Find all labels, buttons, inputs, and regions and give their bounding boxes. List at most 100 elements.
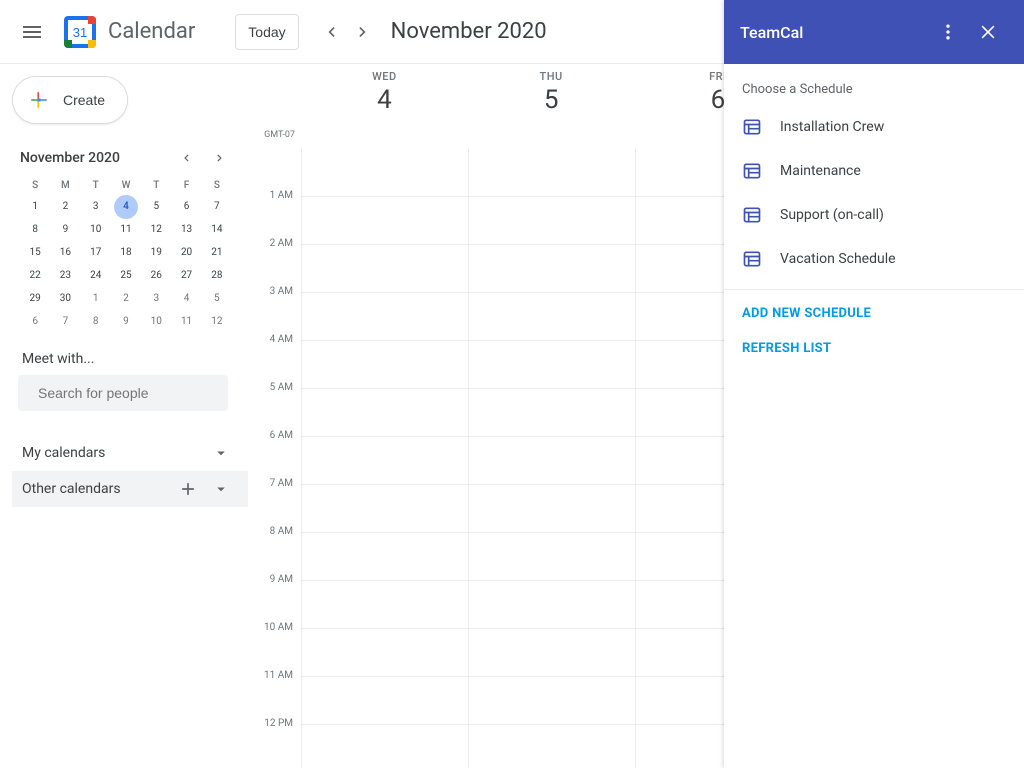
mini-cal-day[interactable]: 22 — [20, 264, 50, 287]
mini-cal-next[interactable] — [208, 146, 232, 170]
hour-cell[interactable] — [468, 724, 635, 768]
next-period-button[interactable] — [347, 16, 379, 48]
hour-cell[interactable] — [468, 676, 635, 724]
chevron-down-icon — [212, 444, 230, 462]
hour-cell[interactable] — [301, 724, 468, 768]
hour-cell[interactable] — [468, 484, 635, 532]
schedule-item[interactable]: Support (on-call) — [724, 193, 1024, 237]
timezone-label: GMT-07 — [251, 130, 301, 140]
mini-cal-day[interactable]: 4 — [171, 287, 201, 310]
hour-cell[interactable] — [301, 484, 468, 532]
mini-cal-day[interactable]: 6 — [20, 310, 50, 333]
schedule-item[interactable]: Vacation Schedule — [724, 237, 1024, 281]
hour-cell[interactable] — [301, 196, 468, 244]
my-calendars-toggle[interactable]: My calendars — [22, 435, 230, 471]
day-header[interactable]: THU5 — [468, 64, 635, 148]
teamcal-menu-button[interactable] — [928, 12, 968, 52]
hour-cell[interactable] — [301, 388, 468, 436]
mini-cal-day[interactable]: 4 — [111, 195, 141, 218]
mini-cal-day[interactable]: 26 — [141, 264, 171, 287]
hour-cell[interactable] — [301, 532, 468, 580]
day-of-week: THU — [468, 70, 635, 83]
mini-cal-day[interactable]: 23 — [50, 264, 80, 287]
mini-cal-day[interactable]: 13 — [171, 218, 201, 241]
hour-cell[interactable] — [468, 340, 635, 388]
hour-cell[interactable] — [468, 628, 635, 676]
hour-cell[interactable] — [468, 436, 635, 484]
hour-cell[interactable] — [301, 676, 468, 724]
search-people-input[interactable] — [38, 385, 219, 401]
teamcal-close-button[interactable] — [968, 12, 1008, 52]
mini-cal-day[interactable]: 19 — [141, 241, 171, 264]
schedule-item[interactable]: Maintenance — [724, 149, 1024, 193]
add-schedule-link[interactable]: ADD NEW SCHEDULE — [742, 306, 1006, 321]
mini-cal-day[interactable]: 1 — [20, 195, 50, 218]
hour-cell[interactable] — [468, 196, 635, 244]
mini-cal-day[interactable]: 6 — [171, 195, 201, 218]
mini-cal-day[interactable]: 12 — [141, 218, 171, 241]
hour-cell[interactable] — [301, 580, 468, 628]
mini-cal-day[interactable]: 17 — [81, 241, 111, 264]
mini-cal-day[interactable]: 30 — [50, 287, 80, 310]
hour-cell[interactable] — [301, 436, 468, 484]
mini-cal-day[interactable]: 21 — [202, 241, 232, 264]
mini-cal-day[interactable]: 3 — [81, 195, 111, 218]
hour-cell[interactable] — [301, 292, 468, 340]
mini-cal-day[interactable]: 20 — [171, 241, 201, 264]
mini-cal-day[interactable]: 11 — [111, 218, 141, 241]
mini-cal-day[interactable]: 7 — [50, 310, 80, 333]
hour-label: 5 AM — [249, 382, 301, 430]
hour-label — [249, 148, 301, 190]
schedule-name: Vacation Schedule — [780, 251, 896, 267]
mini-cal-day[interactable]: 7 — [202, 195, 232, 218]
other-calendars-toggle[interactable]: Other calendars — [12, 471, 248, 507]
hour-cell[interactable] — [301, 340, 468, 388]
mini-cal-day[interactable]: 10 — [141, 310, 171, 333]
mini-cal-day[interactable]: 27 — [171, 264, 201, 287]
hour-cell[interactable] — [301, 244, 468, 292]
add-calendar-icon[interactable] — [178, 479, 198, 499]
hour-cell[interactable] — [468, 292, 635, 340]
mini-cal-day[interactable]: 11 — [171, 310, 201, 333]
mini-cal-day[interactable]: 14 — [202, 218, 232, 241]
hour-cell[interactable] — [468, 148, 635, 196]
prev-period-button[interactable] — [315, 16, 347, 48]
hour-cell[interactable] — [468, 580, 635, 628]
mini-cal-day[interactable]: 10 — [81, 218, 111, 241]
mini-cal-day[interactable]: 29 — [20, 287, 50, 310]
hour-cell[interactable] — [468, 532, 635, 580]
mini-cal-day[interactable]: 16 — [50, 241, 80, 264]
mini-cal-day[interactable]: 18 — [111, 241, 141, 264]
mini-cal-day[interactable]: 1 — [81, 287, 111, 310]
mini-cal-day[interactable]: 28 — [202, 264, 232, 287]
mini-cal-day[interactable]: 3 — [141, 287, 171, 310]
mini-cal-day[interactable]: 8 — [20, 218, 50, 241]
hour-cell[interactable] — [301, 628, 468, 676]
create-button[interactable]: Create — [12, 76, 128, 124]
schedule-item[interactable]: Installation Crew — [724, 105, 1024, 149]
refresh-list-link[interactable]: REFRESH LIST — [742, 341, 1006, 356]
mini-cal-day[interactable]: 12 — [202, 310, 232, 333]
mini-cal-day[interactable]: 2 — [111, 287, 141, 310]
hour-cell[interactable] — [468, 244, 635, 292]
hour-cell[interactable] — [301, 148, 468, 196]
mini-cal-day[interactable]: 25 — [111, 264, 141, 287]
hour-label: 9 AM — [249, 574, 301, 622]
mini-cal-day[interactable]: 9 — [111, 310, 141, 333]
mini-cal-day[interactable]: 5 — [141, 195, 171, 218]
main-menu-button[interactable] — [8, 8, 56, 56]
hour-label: 4 AM — [249, 334, 301, 382]
hour-cell[interactable] — [468, 388, 635, 436]
mini-cal-day[interactable]: 9 — [50, 218, 80, 241]
mini-cal-day[interactable]: 24 — [81, 264, 111, 287]
mini-cal-day[interactable]: 8 — [81, 310, 111, 333]
day-header[interactable]: WED4 — [301, 64, 468, 148]
mini-cal-prev[interactable] — [174, 146, 198, 170]
mini-cal-day[interactable]: 15 — [20, 241, 50, 264]
today-button[interactable]: Today — [235, 14, 298, 50]
mini-cal-day[interactable]: 2 — [50, 195, 80, 218]
my-calendars-label: My calendars — [22, 445, 105, 461]
choose-schedule-label: Choose a Schedule — [724, 82, 1024, 105]
mini-cal-day[interactable]: 5 — [202, 287, 232, 310]
search-people-field[interactable] — [18, 375, 228, 411]
